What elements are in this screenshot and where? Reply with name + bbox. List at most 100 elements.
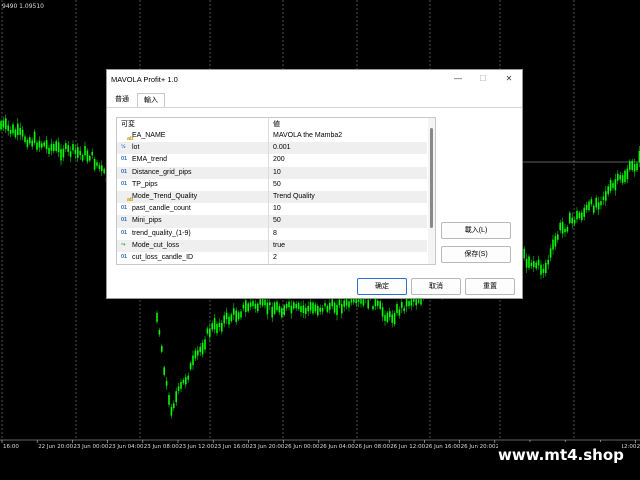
load-button[interactable]: 載入(L) (441, 222, 511, 239)
cancel-button[interactable]: 取消 (411, 278, 461, 295)
candle-body (33, 131, 36, 143)
candle-body (545, 262, 547, 274)
candle-body (581, 212, 583, 221)
candle-body (602, 196, 605, 201)
grid-row[interactable]: 01 trend_quality_(1-9) 8 (117, 228, 427, 240)
candle-body (612, 183, 614, 188)
dialog-title: MAVOLA Profit+ 1.0 (111, 75, 178, 84)
watermark: www.mt4.shop (498, 442, 624, 468)
candle-body (607, 186, 609, 195)
time-label: 27 Jun (637, 444, 640, 450)
candle-body (619, 175, 621, 180)
param-type-icon: ⤳ (121, 241, 126, 248)
param-value[interactable]: 0.001 (273, 144, 291, 151)
param-value[interactable]: 200 (273, 156, 285, 163)
save-button[interactable]: 保存(S) (441, 246, 511, 263)
candle-body (528, 256, 530, 268)
candle-body (276, 301, 278, 311)
candle-body (295, 303, 297, 309)
tab-inputs[interactable]: 輸入 (137, 93, 165, 108)
candle-body (401, 301, 403, 308)
title-bar[interactable]: MAVOLA Profit+ 1.0 — ☐ ✕ (107, 70, 522, 88)
candle-body (386, 312, 389, 322)
candle-body (564, 228, 566, 233)
param-value[interactable]: true (273, 242, 285, 249)
param-value[interactable]: 2 (273, 254, 277, 261)
scrollbar-thumb[interactable] (430, 128, 433, 228)
tab-general[interactable]: 普通 (109, 93, 135, 107)
param-value[interactable]: Trend Quality (273, 193, 315, 200)
candle-body (228, 316, 230, 325)
candle-body (588, 201, 590, 211)
grid-row[interactable]: 01 TP_pips 50 (117, 179, 427, 191)
price-readout: 9490 1.09510 (2, 3, 44, 10)
candle-body (50, 143, 53, 151)
candle-body (290, 305, 293, 314)
candle-body (7, 125, 9, 131)
param-value[interactable]: 10 (273, 205, 281, 212)
candle-body (348, 301, 350, 308)
grid-row[interactable]: 01 cut_loss_candle_ID 2 (117, 252, 427, 264)
grid-row[interactable]: ⤳ Mode_cut_loss true (117, 239, 427, 252)
candle-body (213, 318, 216, 330)
candle-body (161, 345, 163, 352)
candle-body (67, 145, 69, 152)
param-value[interactable]: 50 (273, 181, 281, 188)
candle-body (312, 302, 314, 314)
candle-body (21, 129, 24, 137)
candle-body (237, 312, 240, 320)
candle-body (180, 382, 182, 389)
ok-button[interactable]: 确定 (357, 278, 407, 295)
grid-scrollbar[interactable] (428, 118, 435, 264)
param-value[interactable]: MAVOLA the Mamba2 (273, 132, 342, 139)
grid-row[interactable]: ab EA_NAME MAVOLA the Mamba2 (117, 130, 427, 142)
candle-body (165, 381, 168, 386)
param-name: lot (132, 144, 140, 152)
candle-body (242, 304, 245, 309)
candle-body (218, 322, 221, 328)
candle-body (29, 137, 31, 144)
candle-body (396, 303, 398, 313)
candle-body (593, 205, 595, 213)
candle-body (96, 162, 98, 166)
param-type-icon: 01 (121, 168, 128, 175)
candle-body (300, 306, 302, 312)
candle-body (38, 140, 41, 148)
param-value[interactable]: 8 (273, 230, 277, 237)
time-label: 23 Jun 00:00 (73, 444, 108, 450)
candle-body (552, 239, 554, 250)
reset-button[interactable]: 重置 (465, 278, 515, 295)
maximize-icon[interactable]: ☐ (476, 72, 490, 86)
grid-row[interactable]: 01 past_candle_count 10 (117, 203, 427, 215)
candle-body (211, 323, 213, 330)
time-label: 26 Jun 16:00 (425, 444, 460, 450)
param-type-icon: 01 (121, 229, 128, 236)
minimize-icon[interactable]: — (451, 72, 465, 86)
param-name: past_candle_count (132, 205, 191, 213)
candle-body (583, 207, 585, 217)
candle-body (374, 298, 377, 307)
candle-body (324, 303, 326, 307)
param-value[interactable]: 10 (273, 169, 281, 176)
candle-body (2, 120, 5, 128)
candle-body (55, 141, 57, 151)
param-name: cut_loss_candle_ID (132, 253, 194, 261)
grid-row[interactable]: ½ lot 0.001 (117, 142, 427, 155)
candle-body (624, 170, 626, 183)
param-value[interactable]: 50 (273, 217, 281, 224)
candle-body (26, 140, 29, 148)
param-name: EA_NAME (132, 132, 166, 139)
time-label: 23 Jun 20:00 (249, 444, 284, 450)
grid-row[interactable]: 01 Distance_grid_pips 10 (117, 166, 427, 179)
candle-body (403, 308, 405, 312)
grid-row[interactable]: 01 Mini_pips 50 (117, 215, 427, 228)
grid-row[interactable]: ab Mode_Trend_Quality Trend Quality (117, 190, 427, 204)
param-name: TP_pips (132, 180, 158, 188)
close-icon[interactable]: ✕ (502, 72, 516, 86)
candle-body (590, 199, 593, 205)
candle-body (367, 299, 369, 309)
candle-body (206, 328, 209, 334)
time-label: 26 Jun 12:00 (390, 444, 425, 450)
candle-body (5, 118, 7, 130)
grid-row[interactable]: 01 EMA_trend 200 (117, 154, 427, 166)
